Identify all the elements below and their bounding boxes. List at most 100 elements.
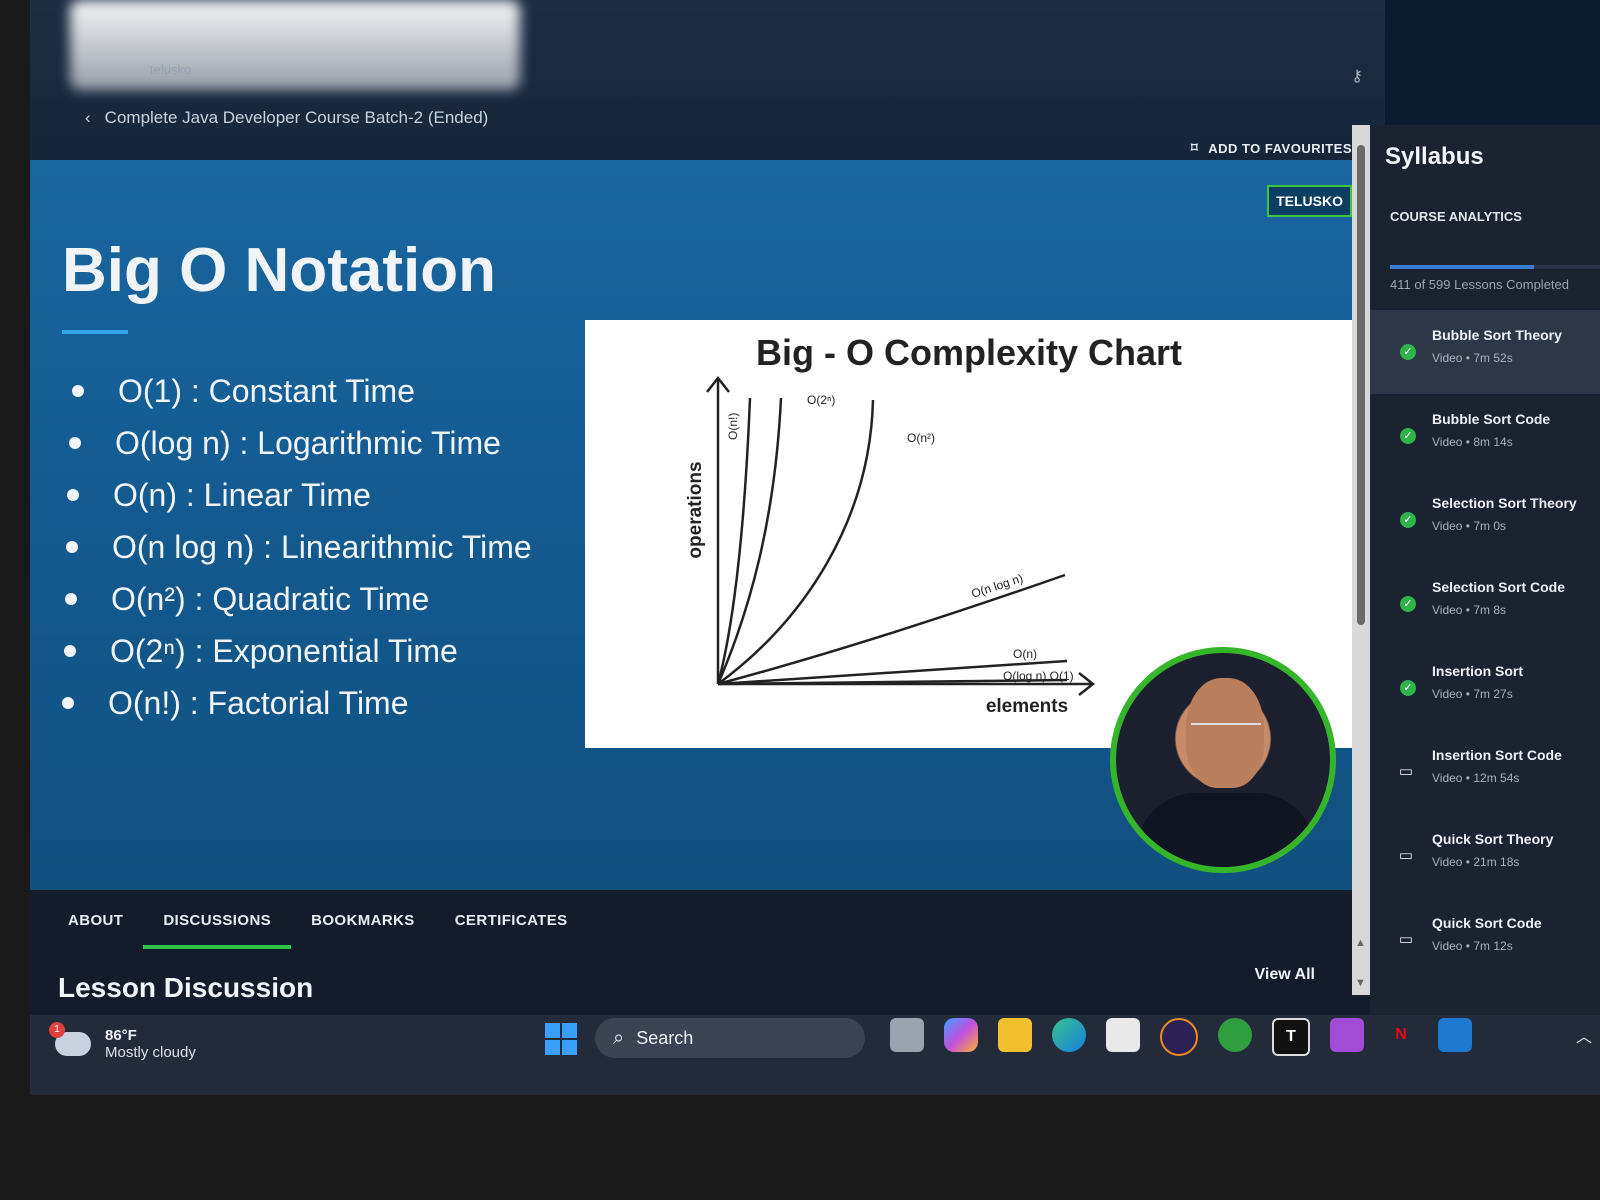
tab-discussions[interactable]: DISCUSSIONS — [143, 902, 292, 949]
bullet-item: O(log n) : Logarithmic Time — [69, 417, 532, 469]
bullet-item: O(2ⁿ) : Exponential Time — [64, 625, 532, 677]
tab-bar: ABOUT DISCUSSIONS BOOKMARKS CERTIFICATES — [48, 902, 588, 949]
add-to-favourites-button[interactable]: ⌑ ADD TO FAVOURITES — [1191, 140, 1352, 156]
label-quadratic: O(n²) — [907, 431, 935, 445]
cloud-icon: 1 — [49, 1022, 91, 1056]
lesson-text: Selection Sort Code Video • 7m 8s — [1432, 579, 1565, 617]
lesson-meta: Video • 7m 52s — [1432, 351, 1513, 365]
title-underline — [62, 330, 128, 334]
scroll-up-icon[interactable]: ▲ — [1355, 937, 1366, 949]
lesson-item[interactable]: ✓ Selection Sort Code Video • 7m 8s — [1370, 562, 1600, 646]
bullet-dot — [72, 385, 84, 397]
lesson-text: Bubble Sort Code Video • 8m 14s — [1432, 411, 1550, 449]
lesson-meta: Video • 7m 12s — [1432, 939, 1513, 953]
start-tile — [545, 1040, 560, 1055]
site-name: telusko — [150, 62, 192, 77]
video-slide[interactable]: TELUSKO Big O Notation O(1) : Constant T… — [30, 160, 1370, 890]
task-view-icon[interactable] — [890, 1018, 924, 1052]
check-circle-icon: ✓ — [1400, 512, 1416, 528]
syllabus-sidebar: Syllabus COURSE ANALYTICS 411 of 599 Les… — [1370, 125, 1600, 1015]
check-circle-icon: ✓ — [1400, 344, 1416, 360]
breadcrumb[interactable]: ‹ Complete Java Developer Course Batch-2… — [85, 108, 488, 128]
course-analytics-link[interactable]: COURSE ANALYTICS — [1390, 209, 1522, 224]
lesson-item[interactable]: ▭ Quick Sort Theory Video • 21m 18s — [1370, 814, 1600, 898]
edge-icon[interactable] — [1052, 1018, 1086, 1052]
windows-start-icon[interactable] — [545, 1023, 577, 1055]
check-circle-icon: ✓ — [1400, 428, 1416, 444]
eclipse-icon[interactable] — [1160, 1018, 1198, 1056]
copilot-icon[interactable] — [944, 1018, 978, 1052]
lesson-meta: Video • 8m 14s — [1432, 435, 1513, 449]
label-exponential: O(2ⁿ) — [807, 393, 835, 407]
lesson-item[interactable]: ▭ Insertion Sort Code Video • 12m 54s — [1370, 730, 1600, 814]
check-circle-icon: ✓ — [1400, 680, 1416, 696]
lesson-text: Insertion Sort Video • 7m 27s — [1432, 663, 1523, 701]
lesson-meta: Video • 7m 8s — [1432, 603, 1507, 617]
bullet-list: O(1) : Constant Time O(log n) : Logarith… — [62, 365, 532, 729]
screen: telusko ‹ Complete Java Developer Course… — [30, 0, 1600, 1095]
bullet-item: O(n) : Linear Time — [67, 469, 532, 521]
start-tile — [545, 1023, 560, 1038]
xbox-icon[interactable] — [1218, 1018, 1252, 1052]
taskbar-search[interactable]: ⌕ Search — [595, 1018, 865, 1058]
bullet-item: O(n²) : Quadratic Time — [65, 573, 532, 625]
weather-condition: Mostly cloudy — [105, 1044, 196, 1061]
video-camera-icon: ▭ — [1398, 847, 1414, 864]
lessons-progress-bar — [1390, 265, 1600, 269]
lesson-item[interactable]: ✓ Bubble Sort Code Video • 8m 14s — [1370, 394, 1600, 478]
curve-nlogn — [717, 573, 1066, 686]
netflix-icon[interactable]: N — [1384, 1018, 1418, 1052]
tab-certificates[interactable]: CERTIFICATES — [435, 902, 588, 949]
scrollbar-thumb[interactable] — [1357, 145, 1365, 625]
store-icon[interactable] — [1106, 1018, 1140, 1052]
bullet-item: O(n log n) : Linearithmic Time — [66, 521, 532, 573]
lesson-name: Selection Sort Code — [1432, 579, 1566, 595]
video-camera-icon: ▭ — [1398, 931, 1414, 948]
video-camera-icon: ▭ — [1398, 763, 1414, 780]
chevron-left-icon[interactable]: ‹ — [85, 108, 91, 128]
weather-temp: 86°F — [105, 1027, 137, 1044]
lesson-meta: Video • 12m 54s — [1432, 771, 1520, 785]
lesson-tabs-area: ABOUT DISCUSSIONS BOOKMARKS CERTIFICATES… — [30, 890, 1370, 1020]
bullet-item: O(1) : Constant Time — [72, 365, 532, 417]
check-circle-icon: ✓ — [1400, 596, 1416, 612]
vscode-icon[interactable] — [1438, 1018, 1472, 1052]
slide-title: Big O Notation — [62, 236, 496, 305]
lesson-name: Insertion Sort Code — [1432, 747, 1562, 763]
lesson-text: Bubble Sort Theory Video • 7m 52s — [1432, 327, 1562, 365]
view-all-link[interactable]: View All — [1255, 966, 1315, 984]
lesson-item[interactable]: ✓ Bubble Sort Theory Video • 7m 52s — [1370, 310, 1600, 394]
key-icon[interactable]: ⚷ — [1351, 66, 1363, 86]
lesson-meta: Video • 21m 18s — [1432, 855, 1520, 869]
app-icon[interactable] — [1330, 1018, 1364, 1052]
main-scrollbar[interactable]: ▲ ▼ — [1352, 125, 1370, 995]
bullet-dot — [69, 437, 81, 449]
chevron-up-icon[interactable]: ︿ — [1576, 1023, 1592, 1047]
typora-icon[interactable]: T — [1272, 1018, 1310, 1056]
bullet-dot — [64, 645, 76, 657]
lesson-item[interactable]: ▭ Quick Sort Code Video • 7m 12s — [1370, 898, 1600, 982]
tab-about[interactable]: ABOUT — [48, 902, 143, 949]
breadcrumb-course[interactable]: Complete Java Developer Course Batch-2 (… — [105, 108, 489, 128]
lesson-name: Insertion Sort — [1432, 663, 1524, 679]
tab-bookmarks[interactable]: BOOKMARKS — [291, 902, 435, 949]
file-explorer-icon[interactable] — [998, 1018, 1032, 1052]
telusko-logo: TELUSKO — [1267, 185, 1352, 217]
webcam-glasses — [1191, 723, 1261, 735]
lesson-meta: Video • 7m 27s — [1432, 687, 1513, 701]
bullet-dot — [62, 697, 74, 709]
lesson-list: ✓ Bubble Sort Theory Video • 7m 52s ✓ Bubble… — [1370, 310, 1600, 982]
weather-widget[interactable]: 1 86°F Mostly cloudy — [49, 1022, 196, 1061]
label-nlogn: O(n log n) — [970, 571, 1025, 601]
lesson-name: Quick Sort Theory — [1432, 831, 1554, 847]
windows-taskbar: 1 86°F Mostly cloudy ⌕ Search T N ︿ — [30, 1015, 1600, 1095]
scroll-down-icon[interactable]: ▼ — [1355, 977, 1366, 989]
bookmark-icon: ⌑ — [1191, 140, 1199, 155]
weather-badge: 1 — [49, 1022, 65, 1038]
chart-title: Big - O Complexity Chart — [755, 332, 1183, 373]
lesson-item[interactable]: ✓ Selection Sort Theory Video • 7m 0s — [1370, 478, 1600, 562]
lesson-text: Selection Sort Theory Video • 7m 0s — [1432, 495, 1577, 533]
lesson-item[interactable]: ✓ Insertion Sort Video • 7m 27s — [1370, 646, 1600, 730]
instructor-webcam — [1110, 647, 1336, 873]
bullet-dot — [65, 593, 77, 605]
